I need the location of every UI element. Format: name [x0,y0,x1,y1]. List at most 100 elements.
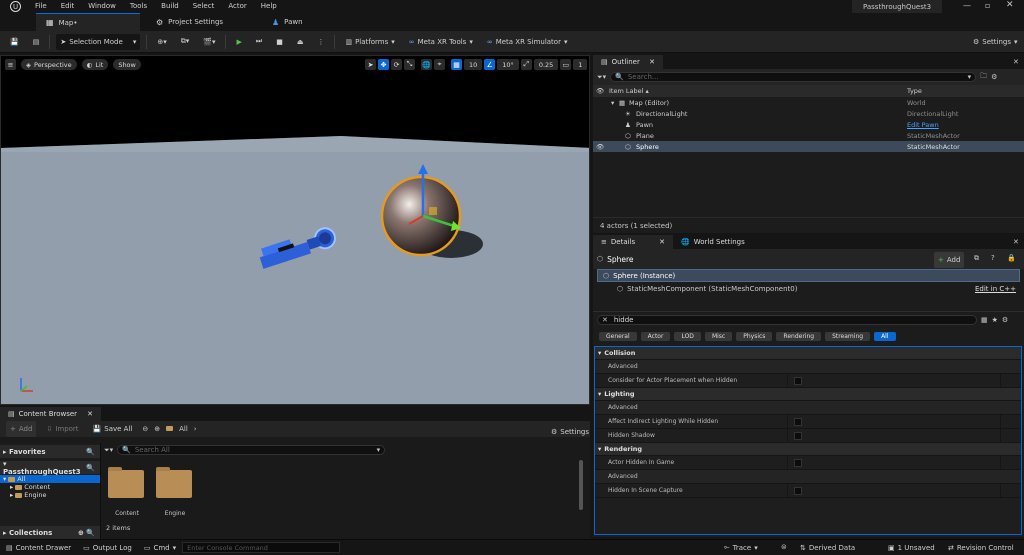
column-type[interactable]: Type [907,87,922,95]
filter-streaming[interactable]: Streaming [825,332,871,341]
visibility-eye-icon[interactable]: 👁 [596,143,604,151]
component-instance-row[interactable]: ⬡ Sphere (Instance) [597,269,1020,282]
property-checkbox[interactable] [794,486,802,495]
asset-folder-engine[interactable]: Engine [156,466,194,517]
history-forward-icon[interactable]: ⊕ [154,425,160,433]
grid-snap-value[interactable]: 10 [464,59,483,70]
filter-all[interactable]: All [874,332,896,341]
play-icon[interactable]: ▶ [232,34,245,50]
menu-help[interactable]: Help [254,0,284,13]
column-item-label[interactable]: Item Label ▴ [609,87,649,95]
blueprint-icon[interactable]: ⧉▾ [177,34,194,50]
level-viewport[interactable]: ≡ ◈ Perspective ◐ Lit Show ➤ ✥ ⟳ ⤡ 🌐 ⌖ ▦… [0,55,590,405]
revision-control-button[interactable]: ⇄ Revision Control [942,540,1020,555]
meta-xr-tools-dropdown[interactable]: ∞ Meta XR Tools ▾ [405,34,477,50]
close-window-icon[interactable]: ✕ [1006,0,1014,10]
more-options-icon[interactable]: ⋮ [313,34,328,50]
visibility-eye-icon[interactable]: 👁 [596,87,604,95]
tree-item-engine[interactable]: ▸ Engine [0,491,100,499]
step-icon[interactable]: ⏭ [252,34,266,50]
trace-dropdown[interactable]: ⟜ Trace ▾ [718,540,764,555]
filter-actor[interactable]: Actor [640,332,671,341]
outliner-row[interactable]: ♟ Pawn Edit Pawn [593,119,1024,130]
outliner-row-selected[interactable]: 👁 ⬡ Sphere StaticMeshActor [593,141,1024,152]
edit-in-cpp-link[interactable]: Edit in C++ [975,285,1016,293]
content-settings-button[interactable]: ⚙ Settings [547,424,593,440]
maximize-icon[interactable]: ▫ [985,1,990,10]
output-log-button[interactable]: ▭ Output Log [77,540,138,555]
surface-snap-icon[interactable]: ⌖ [434,59,445,70]
asset-search-box[interactable]: 🔍 Search All ▾ [117,445,386,455]
rotate-tool-icon[interactable]: ⟳ [391,59,402,70]
tab-project-settings[interactable]: ⚙ Project Settings [146,13,256,31]
grid-snap-icon[interactable]: ▦ [451,59,462,70]
eject-icon[interactable]: ⏏ [293,34,308,50]
add-collection-icon[interactable]: ⊕ [78,529,84,537]
import-button[interactable]: ⇩ Import [42,421,82,437]
settings-dropdown[interactable]: ⚙ Settings ▾ [969,34,1022,50]
lock-icon[interactable]: 🔒 [1007,254,1016,262]
property-matrix-icon[interactable]: ▦ [981,316,988,324]
outliner-settings-icon[interactable]: ⚙ [991,73,997,81]
tab-world-settings[interactable]: 🌐 World Settings [673,235,753,249]
outliner-row[interactable]: ▾ ▦ Map (Editor) World [593,97,1024,108]
folder-icon[interactable] [166,425,174,433]
category-collision[interactable]: ▾ Collision [595,347,1021,360]
details-settings-icon[interactable]: ⚙ [1002,316,1008,324]
category-rendering[interactable]: ▾ Rendering [595,443,1021,456]
project-header[interactable]: ▾ PassthroughQuest3 🔍 [0,460,100,476]
tab-content-browser[interactable]: ▤ Content Browser ✕ [0,407,101,421]
menu-build[interactable]: Build [154,0,186,13]
menu-window[interactable]: Window [81,0,123,13]
scale-snap-icon[interactable]: ⤢ [520,59,532,70]
property-checkbox[interactable] [794,431,802,440]
actor-name[interactable]: Sphere [607,255,633,264]
add-folder-icon[interactable]: 🗀 [980,72,987,83]
minimize-icon[interactable]: — [963,1,971,10]
world-space-icon[interactable]: 🌐 [421,59,432,70]
category-lighting[interactable]: ▾ Lighting [595,388,1021,401]
rotation-snap-value[interactable]: 10° [497,59,519,70]
tab-pawn[interactable]: ♟ Pawn [262,13,342,31]
save-icon[interactable]: 💾 [6,34,23,50]
history-back-icon[interactable]: ⊖ [142,425,148,433]
filter-general[interactable]: General [599,332,637,341]
tree-item-content[interactable]: ▸ Content [0,483,100,491]
asset-scrollbar[interactable] [579,460,583,510]
hamburger-menu-icon[interactable]: ≡ [5,59,16,70]
select-tool-icon[interactable]: ➤ [365,59,376,70]
filter-misc[interactable]: Misc [704,332,733,341]
tab-outliner[interactable]: ▤ Outliner ✕ [593,55,663,69]
translate-tool-icon[interactable]: ✥ [378,59,389,70]
outliner-search-box[interactable]: 🔍 Search... ▾ [610,72,977,82]
close-panel-icon[interactable]: ✕ [1013,58,1019,66]
edit-pawn-link[interactable]: Edit Pawn [907,121,939,129]
record-icon[interactable]: ⊜ [781,543,787,551]
favorites-header[interactable]: ▸ Favorites 🔍 [0,445,100,458]
advanced-row[interactable]: Advanced [595,470,1021,484]
add-component-button[interactable]: + Add [934,252,965,268]
blueprint-icon[interactable]: ⧉ [974,254,979,263]
path-all[interactable]: All [179,425,188,433]
advanced-row[interactable]: Advanced [595,401,1021,415]
show-dropdown[interactable]: Show [113,59,141,70]
selection-mode-dropdown[interactable]: ➤ Selection Mode ▾ [56,33,141,50]
tab-map[interactable]: ▦ Map• [36,13,140,31]
add-button[interactable]: + Add [6,421,37,437]
cinematics-icon[interactable]: 🎬▾ [199,34,219,50]
close-tab-icon[interactable]: ✕ [87,410,93,418]
chevron-right-icon[interactable]: › [194,425,197,433]
unreal-logo-icon[interactable]: U [8,0,22,13]
help-icon[interactable]: ? [991,254,995,262]
component-row[interactable]: ⬡ StaticMeshComponent (StaticMeshCompone… [597,282,1020,295]
stop-icon[interactable]: ■ [272,34,287,50]
menu-select[interactable]: Select [186,0,222,13]
favorites-star-icon[interactable]: ★ [992,316,998,324]
search-icon[interactable]: 🔍 [86,529,95,537]
details-search-box[interactable]: ✕ hidde [597,315,977,325]
maximize-viewport-icon[interactable]: ▢ [589,59,590,70]
viewport-scene[interactable] [1,56,590,405]
filter-icon[interactable]: ⏷▾ [597,73,606,82]
chevron-down-icon[interactable]: ▾ [611,99,614,107]
asset-folder-content[interactable]: Content [108,466,146,517]
